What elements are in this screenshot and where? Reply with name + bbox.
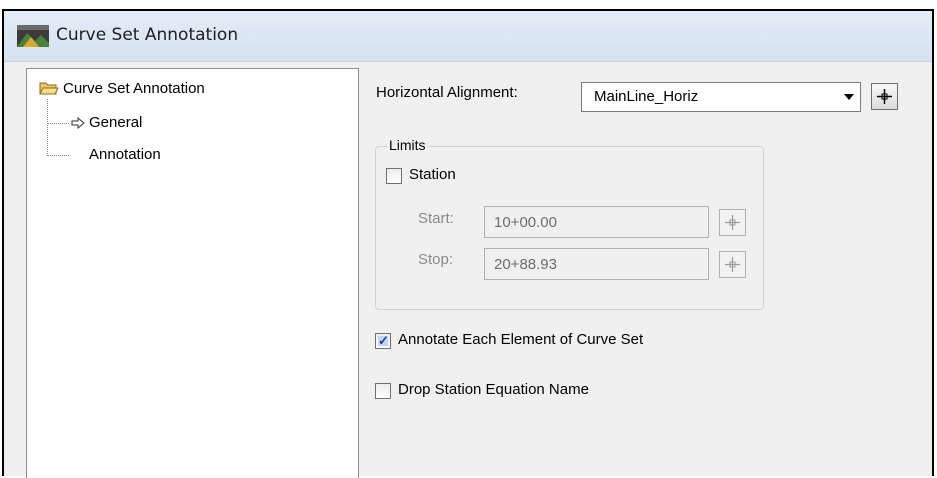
tree-item-label: Annotation [89, 146, 161, 163]
annotate-each-element-label: Annotate Each Element of Curve Set [398, 331, 644, 348]
tree-connector [47, 99, 48, 156]
horizontal-alignment-pick-button[interactable] [871, 83, 898, 110]
station-label: Station [409, 166, 456, 183]
chevron-down-icon [844, 94, 854, 100]
tree-item-label: General [89, 114, 143, 131]
stop-station-value: 20+88.93 [494, 256, 557, 273]
drop-station-equation-name-checkbox[interactable] [375, 383, 391, 399]
start-label: Start: [418, 210, 454, 227]
tree-root-curve-set-annotation[interactable]: Curve Set Annotation [63, 78, 205, 100]
checkmark-icon: ✓ [378, 333, 389, 348]
crosshair-icon [725, 215, 740, 230]
start-pick-button[interactable] [719, 209, 746, 236]
start-station-value: 10+00.00 [494, 214, 557, 231]
tree-root-label: Curve Set Annotation [63, 80, 205, 97]
stop-pick-button[interactable] [719, 251, 746, 278]
crosshair-icon [877, 89, 892, 104]
limits-group-label: Limits [387, 137, 428, 153]
horizontal-alignment-value: MainLine_Horiz [594, 88, 699, 105]
tree-item-annotation[interactable]: Annotation [89, 144, 161, 166]
start-station-field[interactable]: 10+00.00 [484, 206, 709, 238]
drop-station-equation-name-label: Drop Station Equation Name [398, 381, 589, 398]
crosshair-icon [725, 257, 740, 272]
station-checkbox[interactable] [386, 168, 402, 184]
horizontal-alignment-dropdown[interactable]: MainLine_Horiz [581, 82, 861, 112]
tree-connector [47, 155, 69, 156]
app-icon [17, 25, 49, 47]
tree-connector [47, 123, 69, 124]
title-bar: Curve Set Annotation [4, 11, 932, 62]
tree-item-general[interactable]: General [89, 112, 142, 134]
horizontal-alignment-label: Horizontal Alignment: [376, 84, 518, 101]
window-title: Curve Set Annotation [56, 25, 239, 45]
arrow-right-icon [71, 117, 85, 129]
stop-label: Stop: [418, 251, 454, 268]
dialog-window: Curve Set Annotation Curve Set Annotatio… [2, 9, 934, 478]
stop-station-field[interactable]: 20+88.93 [484, 248, 709, 280]
navigation-tree[interactable]: Curve Set Annotation General Annotation [26, 68, 359, 478]
folder-open-icon [39, 82, 59, 95]
annotate-each-element-checkbox[interactable]: ✓ [375, 333, 391, 349]
